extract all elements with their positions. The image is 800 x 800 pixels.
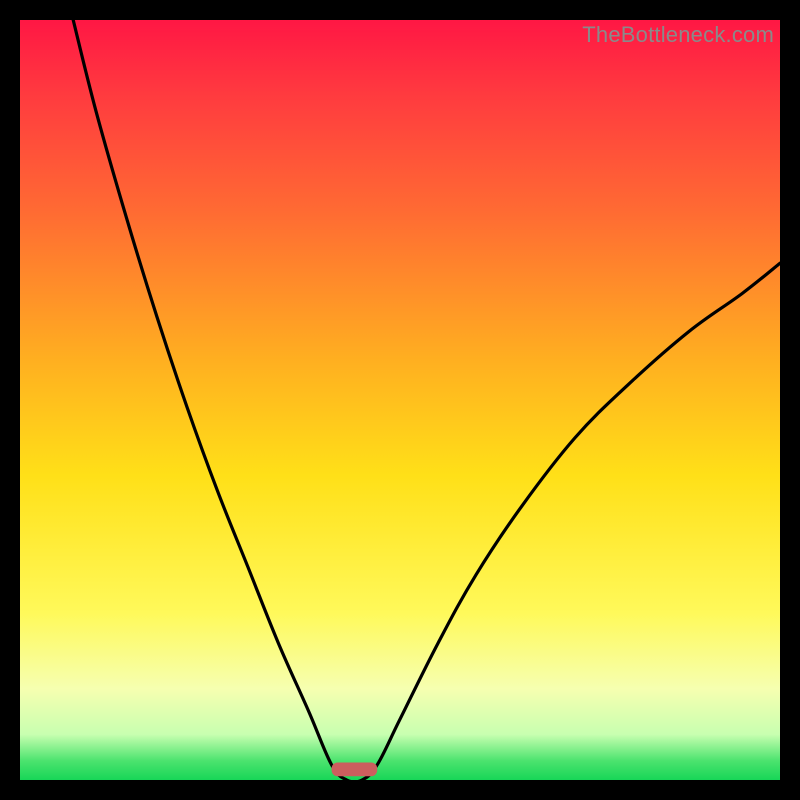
watermark-text: TheBottleneck.com [582,22,774,48]
chart-background [20,20,780,780]
bottleneck-chart [20,20,780,780]
chart-frame: TheBottleneck.com [20,20,780,780]
minimum-marker [332,763,378,777]
